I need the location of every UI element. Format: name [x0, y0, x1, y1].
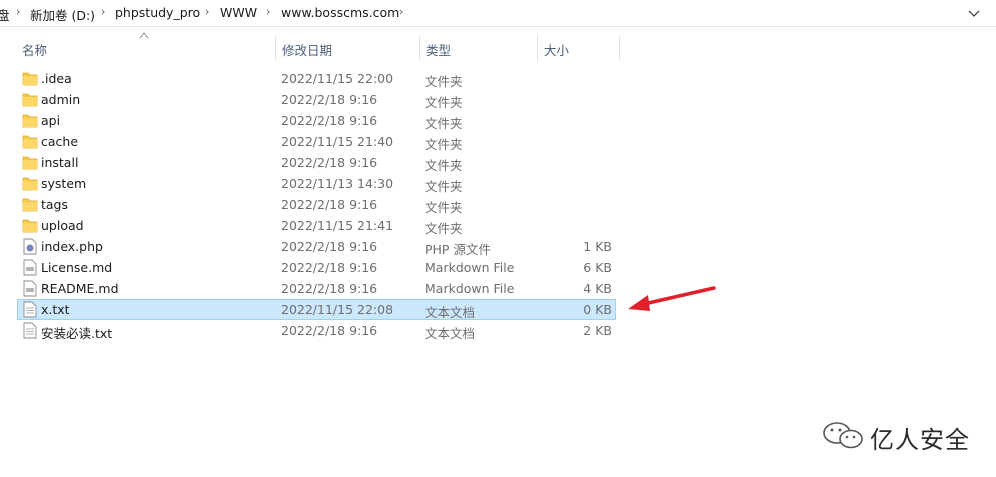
column-header-date[interactable]: 修改日期 [282, 40, 332, 59]
file-name: system [41, 176, 87, 191]
file-name: 安装必读.txt [41, 326, 113, 341]
breadcrumb-item-www[interactable]: WWW [220, 5, 257, 20]
file-size: 1 KB [583, 239, 612, 254]
folder-icon [22, 135, 38, 149]
file-name: admin [41, 92, 81, 107]
chevron-right-icon[interactable]: › [16, 5, 20, 18]
file-name: README.md [41, 281, 119, 296]
php-file-icon [23, 238, 37, 255]
file-size: 0 KB [583, 302, 612, 317]
file-date: 2022/2/18 9:16 [281, 113, 378, 128]
file-date: 2022/11/15 22:08 [281, 302, 394, 317]
breadcrumb-item-site[interactable]: www.bosscms.com [281, 5, 399, 20]
file-row[interactable]: README.md 2022/2/18 9:16 Markdown File 4… [17, 278, 616, 299]
chevron-right-icon[interactable]: › [101, 5, 105, 18]
chevron-down-icon[interactable] [966, 5, 982, 21]
file-size: 6 KB [583, 260, 612, 275]
chevron-right-icon[interactable]: › [399, 5, 403, 18]
column-divider[interactable] [537, 34, 538, 62]
chevron-right-icon[interactable]: › [205, 5, 209, 18]
file-type: 文件夹 [425, 95, 463, 110]
file-date: 2022/2/18 9:16 [281, 281, 378, 296]
chevron-right-icon[interactable]: › [266, 5, 270, 18]
file-row[interactable]: upload 2022/11/15 21:41 文件夹 [17, 215, 616, 236]
file-type: PHP 源文件 [425, 242, 491, 257]
file-name: cache [41, 134, 79, 149]
file-row[interactable]: .idea 2022/11/15 22:00 文件夹 [17, 68, 616, 89]
red-arrow-annotation [628, 286, 716, 311]
file-date: 2022/2/18 9:16 [281, 155, 378, 170]
file-type: 文件夹 [425, 137, 463, 152]
column-header-size[interactable]: 大小 [544, 40, 569, 59]
file-name: tags [41, 197, 69, 212]
breadcrumb-item-drive[interactable]: 盘 [0, 5, 10, 24]
file-date: 2022/2/18 9:16 [281, 323, 378, 338]
folder-icon [22, 72, 38, 86]
file-name: upload [41, 218, 84, 233]
file-type: 文件夹 [425, 116, 463, 131]
file-size: 4 KB [583, 281, 612, 296]
file-date: 2022/11/13 14:30 [281, 176, 394, 191]
column-divider[interactable] [619, 34, 620, 62]
column-header-name[interactable]: 名称 [22, 40, 47, 59]
file-type: 文本文档 [425, 305, 476, 320]
file-row[interactable]: 安装必读.txt 2022/2/18 9:16 文本文档 2 KB [17, 320, 616, 341]
file-date: 2022/11/15 21:41 [281, 218, 394, 233]
file-type: 文本文档 [425, 326, 476, 341]
folder-icon [22, 198, 38, 212]
folder-icon [22, 93, 38, 107]
folder-icon [22, 114, 38, 128]
file-row[interactable]: system 2022/11/13 14:30 文件夹 [17, 173, 616, 194]
file-row[interactable]: admin 2022/2/18 9:16 文件夹 [17, 89, 616, 110]
file-name: index.php [41, 239, 103, 254]
text-file-icon [23, 301, 37, 318]
file-date: 2022/2/18 9:16 [281, 92, 378, 107]
watermark-text: 亿人安全 [870, 426, 970, 454]
file-type: 文件夹 [425, 74, 463, 89]
column-header-type[interactable]: 类型 [426, 40, 451, 59]
file-row[interactable]: tags 2022/2/18 9:16 文件夹 [17, 194, 616, 215]
file-row-selected[interactable]: x.txt 2022/11/15 22:08 文本文档 0 KB [17, 299, 616, 320]
file-row[interactable]: api 2022/2/18 9:16 文件夹 [17, 110, 616, 131]
file-date: 2022/11/15 21:40 [281, 134, 394, 149]
breadcrumb-item-phpstudy[interactable]: phpstudy_pro [115, 5, 200, 20]
breadcrumb-item-volume[interactable]: 新加卷 (D:) [30, 5, 95, 24]
file-row[interactable]: License.md 2022/2/18 9:16 Markdown File … [17, 257, 616, 278]
file-name: api [41, 113, 61, 128]
sort-ascending-icon [139, 32, 149, 39]
file-row[interactable]: cache 2022/11/15 21:40 文件夹 [17, 131, 616, 152]
markdown-file-icon [23, 280, 37, 297]
file-name: x.txt [41, 302, 70, 317]
file-type: 文件夹 [425, 158, 463, 173]
file-name: .idea [41, 71, 72, 86]
file-row[interactable]: install 2022/2/18 9:16 文件夹 [17, 152, 616, 173]
file-date: 2022/2/18 9:16 [281, 260, 378, 275]
file-date: 2022/11/15 22:00 [281, 71, 394, 86]
file-type: 文件夹 [425, 179, 463, 194]
markdown-file-icon [23, 259, 37, 276]
file-type: 文件夹 [425, 221, 463, 236]
address-bar[interactable]: 盘 › 新加卷 (D:) › phpstudy_pro › WWW › www.… [0, 0, 996, 27]
file-name: License.md [41, 260, 113, 275]
file-type: Markdown File [425, 260, 515, 275]
file-type: Markdown File [425, 281, 515, 296]
folder-icon [22, 177, 38, 191]
folder-icon [22, 219, 38, 233]
file-type: 文件夹 [425, 200, 463, 215]
text-file-icon [23, 322, 37, 339]
file-size: 2 KB [583, 323, 612, 338]
file-date: 2022/2/18 9:16 [281, 197, 378, 212]
column-divider[interactable] [419, 34, 420, 62]
column-divider[interactable] [275, 34, 276, 62]
file-date: 2022/2/18 9:16 [281, 239, 378, 254]
file-name: install [41, 155, 79, 170]
folder-icon [22, 156, 38, 170]
file-row[interactable]: index.php 2022/2/18 9:16 PHP 源文件 1 KB [17, 236, 616, 257]
